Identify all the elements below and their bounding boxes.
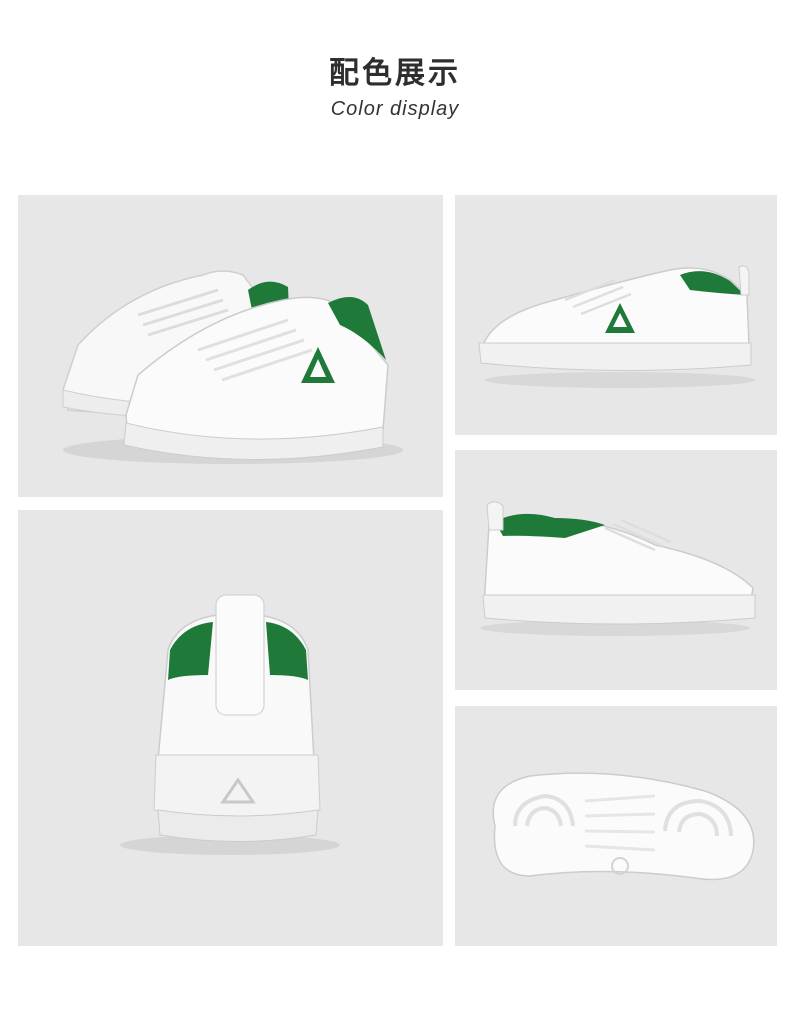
- section-subtitle: Color display: [330, 98, 460, 120]
- shoe-heel-illustration: [120, 594, 340, 855]
- shoe-heel-photo: [18, 510, 443, 946]
- section-title: 配色展示: [329, 56, 461, 91]
- shoe-pair-illustration: [62, 270, 403, 464]
- shoe-outsole-illustration: [492, 772, 755, 881]
- shoe-side-lateral-illustration: [478, 265, 755, 388]
- shoe-outsole-photo: [455, 706, 777, 946]
- shoe-side-medial-illustration: [480, 501, 756, 636]
- shoe-pair-photo: [18, 195, 443, 497]
- shoe-side-medial-photo: [455, 450, 777, 690]
- shoe-side-lateral-photo: [455, 195, 777, 435]
